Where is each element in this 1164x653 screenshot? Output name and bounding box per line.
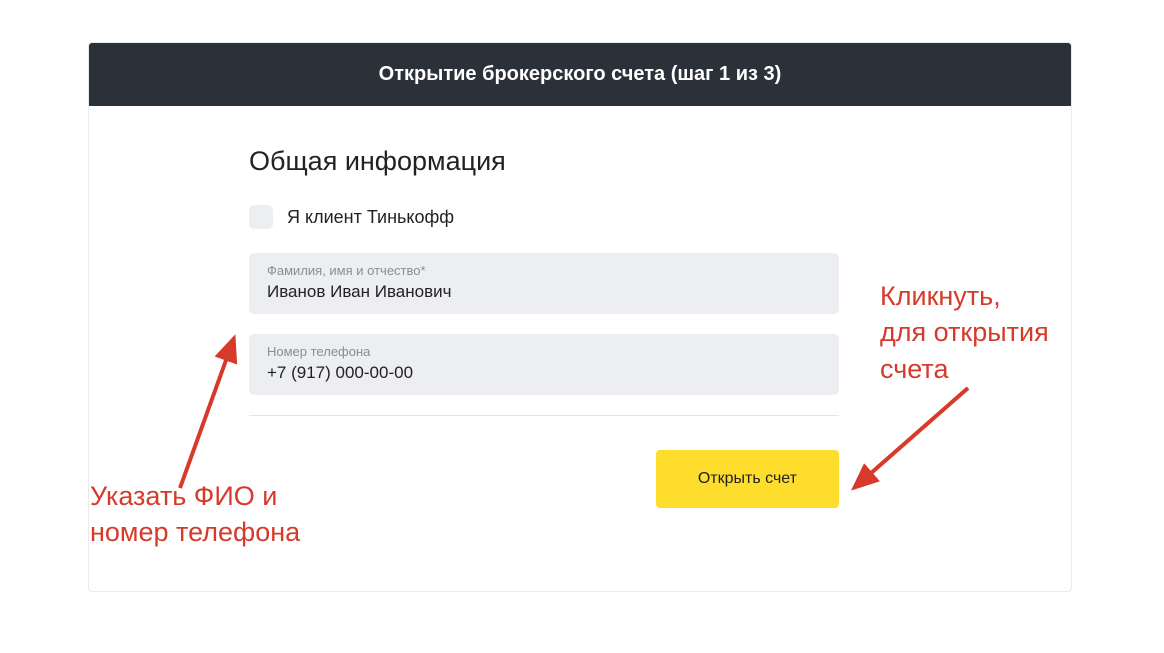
phone-field[interactable]: Номер телефона: [249, 334, 839, 395]
fullname-input[interactable]: [267, 282, 821, 302]
button-row: Открыть счет: [249, 450, 839, 508]
annotation-right-text: Кликнуть, для открытия счета: [880, 281, 1049, 384]
annotation-left-text: Указать ФИО и номер телефона: [90, 481, 300, 547]
card-header: Открытие брокерского счета (шаг 1 из 3): [89, 43, 1071, 106]
checkbox-label: Я клиент Тинькофф: [287, 207, 454, 228]
divider: [249, 415, 839, 416]
checkbox-icon[interactable]: [249, 205, 273, 229]
section-title: Общая информация: [249, 146, 911, 177]
fullname-label: Фамилия, имя и отчество*: [267, 263, 821, 278]
phone-label: Номер телефона: [267, 344, 821, 359]
annotation-left: Указать ФИО и номер телефона: [90, 478, 300, 551]
phone-input[interactable]: [267, 363, 821, 383]
header-title: Открытие брокерского счета (шаг 1 из 3): [379, 63, 782, 85]
client-checkbox-row[interactable]: Я клиент Тинькофф: [249, 205, 911, 229]
button-label: Открыть счет: [698, 470, 797, 487]
fullname-field[interactable]: Фамилия, имя и отчество*: [249, 253, 839, 314]
open-account-button[interactable]: Открыть счет: [656, 450, 839, 508]
annotation-right: Кликнуть, для открытия счета: [880, 278, 1049, 387]
